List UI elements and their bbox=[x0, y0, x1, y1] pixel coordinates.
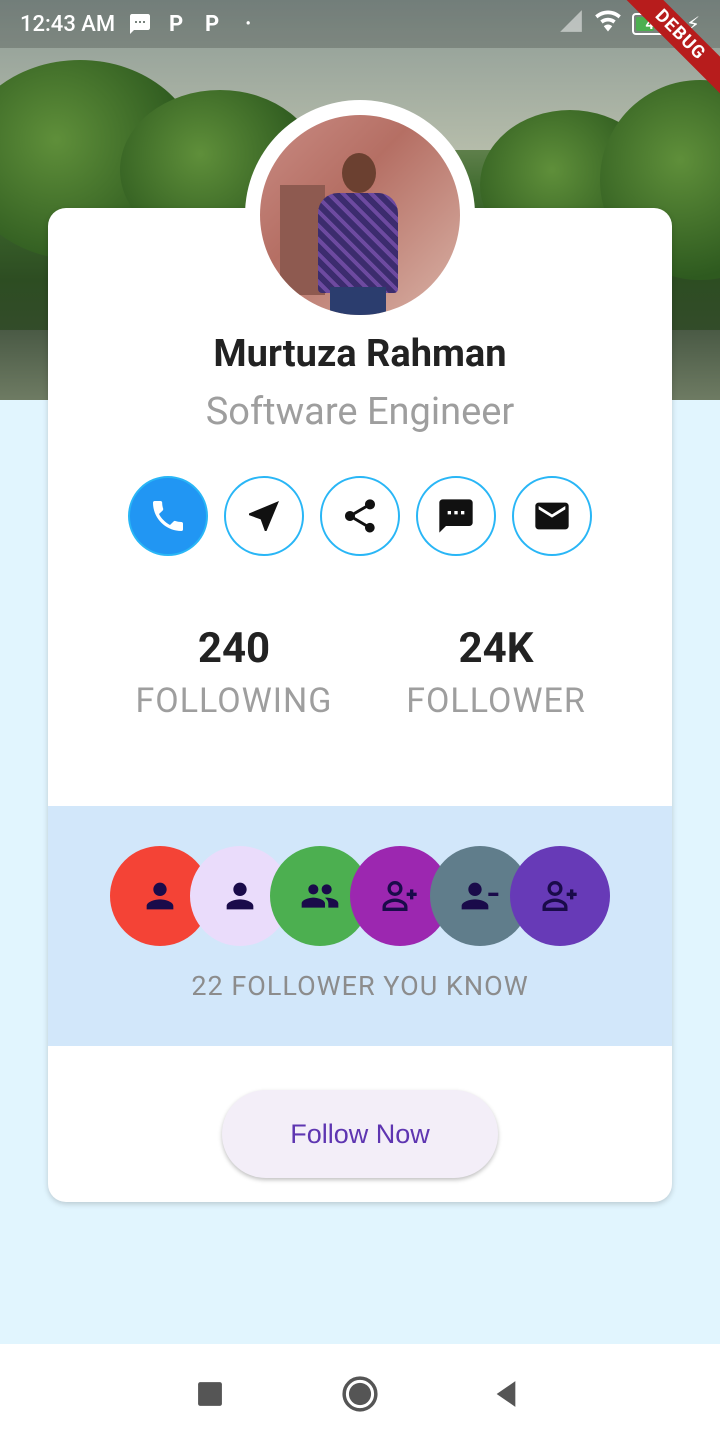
follower-avatars bbox=[110, 846, 630, 946]
avatar[interactable] bbox=[260, 115, 460, 315]
wifi-icon bbox=[594, 7, 622, 41]
following-stat[interactable]: 240 FOLLOWING bbox=[128, 624, 340, 721]
recents-button[interactable] bbox=[190, 1374, 230, 1414]
status-time: 12:43 AM bbox=[20, 11, 116, 37]
followers-you-know-text: 22 FOLLOWER YOU KNOW bbox=[191, 970, 529, 1002]
home-button[interactable] bbox=[340, 1374, 380, 1414]
person-add-icon bbox=[542, 880, 577, 911]
message-icon bbox=[439, 499, 473, 533]
navigation-arrow-icon bbox=[249, 501, 279, 531]
share-button[interactable] bbox=[320, 476, 400, 556]
navigate-button[interactable] bbox=[224, 476, 304, 556]
person-remove-icon bbox=[461, 882, 499, 910]
following-count: 240 bbox=[197, 624, 271, 673]
follower-avatar[interactable] bbox=[510, 846, 610, 946]
share-icon bbox=[345, 499, 375, 533]
follower-stat[interactable]: 24K FOLLOWER bbox=[396, 624, 596, 721]
mail-icon bbox=[535, 502, 569, 530]
sms-icon bbox=[127, 11, 153, 37]
profile-name: Murtuza Rahman bbox=[213, 332, 507, 376]
action-buttons bbox=[128, 476, 592, 556]
email-button[interactable] bbox=[512, 476, 592, 556]
back-triangle-icon bbox=[496, 1381, 516, 1407]
follow-now-button[interactable]: Follow Now bbox=[222, 1090, 498, 1178]
square-icon bbox=[198, 1382, 222, 1406]
follower-count: 24K bbox=[458, 624, 534, 673]
circle-icon bbox=[342, 1376, 378, 1412]
follower-label: FOLLOWER bbox=[406, 681, 586, 721]
message-button[interactable] bbox=[416, 476, 496, 556]
parking-icon: P bbox=[205, 11, 220, 37]
phone-icon bbox=[153, 501, 183, 531]
signal-icon bbox=[558, 8, 584, 40]
person-add-icon bbox=[382, 880, 417, 911]
person-icon bbox=[146, 882, 174, 910]
person-icon bbox=[226, 882, 254, 910]
dot-icon: • bbox=[245, 16, 251, 32]
profile-role: Software Engineer bbox=[205, 390, 515, 434]
call-button[interactable] bbox=[128, 476, 208, 556]
back-button[interactable] bbox=[486, 1374, 526, 1414]
following-label: FOLLOWING bbox=[135, 681, 333, 721]
people-icon bbox=[301, 884, 339, 908]
status-bar: 12:43 AM P P • 43 ⚡ bbox=[0, 0, 720, 48]
parking-icon: P bbox=[169, 11, 184, 37]
